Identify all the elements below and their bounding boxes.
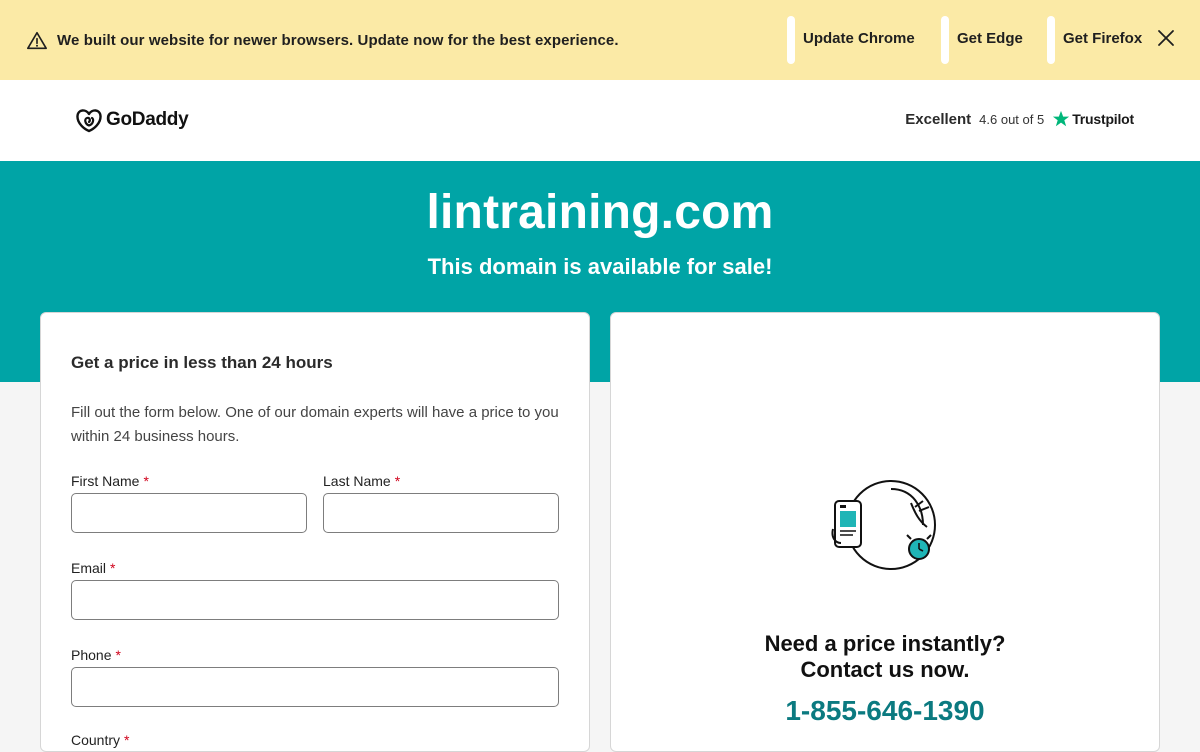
browser-update-banner: We built our website for newer browsers.… [0, 0, 1200, 80]
rating-score: 4.6 out of 5 [979, 111, 1045, 127]
email-input[interactable] [71, 580, 559, 620]
get-firefox-link[interactable]: Get Firefox [1063, 30, 1142, 47]
required-marker: * [115, 647, 121, 663]
contact-heading-line1: Need a price instantly? [764, 631, 1006, 656]
email-label-text: Email [71, 560, 107, 576]
form-title: Get a price in less than 24 hours [71, 353, 333, 372]
browser-pill-divider [941, 16, 949, 64]
trustpilot-brand: Trustpilot [1072, 111, 1134, 127]
trustpilot-rating[interactable]: Excellent 4.6 out of 5 Trustpilot [905, 110, 1134, 128]
banner-message: We built our website for newer browsers.… [57, 32, 619, 49]
phone-input[interactable] [71, 667, 559, 707]
logo-wordmark: GoDaddy [106, 109, 189, 130]
warning-triangle-icon [27, 31, 47, 50]
required-marker: * [143, 473, 149, 489]
last-name-label: Last Name * [323, 473, 400, 489]
last-name-input[interactable] [323, 493, 559, 533]
email-label: Email * [71, 560, 115, 576]
phone-clock-illustration-icon [831, 480, 936, 570]
domain-name-title: lintraining.com [426, 186, 774, 239]
first-name-input[interactable] [71, 493, 307, 533]
update-chrome-link[interactable]: Update Chrome [803, 30, 915, 47]
required-marker: * [394, 473, 401, 489]
trustpilot-star-icon [1053, 110, 1070, 127]
first-name-label-text: First Name [71, 473, 140, 489]
rating-label: Excellent [905, 110, 972, 128]
godaddy-logo[interactable]: GoDaddy [75, 107, 189, 133]
get-edge-link[interactable]: Get Edge [957, 30, 1023, 47]
price-request-form-card: Get a price in less than 24 hours Fill o… [40, 312, 590, 752]
godaddy-heart-icon [76, 109, 102, 133]
country-label-text: Country [71, 732, 121, 748]
close-icon[interactable] [1156, 28, 1176, 48]
browser-pill-divider [1047, 16, 1055, 64]
hero-subtitle: This domain is available for sale! [427, 254, 773, 279]
contact-heading-line2: Contact us now. [800, 657, 970, 682]
contact-phone-link[interactable]: 1-855-646-1390 [611, 695, 1159, 727]
phone-label-text: Phone [71, 647, 112, 663]
first-name-label: First Name * [71, 473, 149, 489]
contact-card: Need a price instantly? Contact us now. … [610, 312, 1160, 752]
site-header: GoDaddy Excellent 4.6 out of 5 Trustpilo… [0, 80, 1200, 161]
required-marker: * [110, 560, 116, 576]
required-marker: * [124, 732, 130, 748]
phone-label: Phone * [71, 647, 121, 663]
country-label: Country * [71, 732, 129, 748]
browser-pill-divider [787, 16, 795, 64]
last-name-label-text: Last Name [323, 473, 391, 489]
form-description: Fill out the form below. One of our doma… [71, 404, 559, 445]
